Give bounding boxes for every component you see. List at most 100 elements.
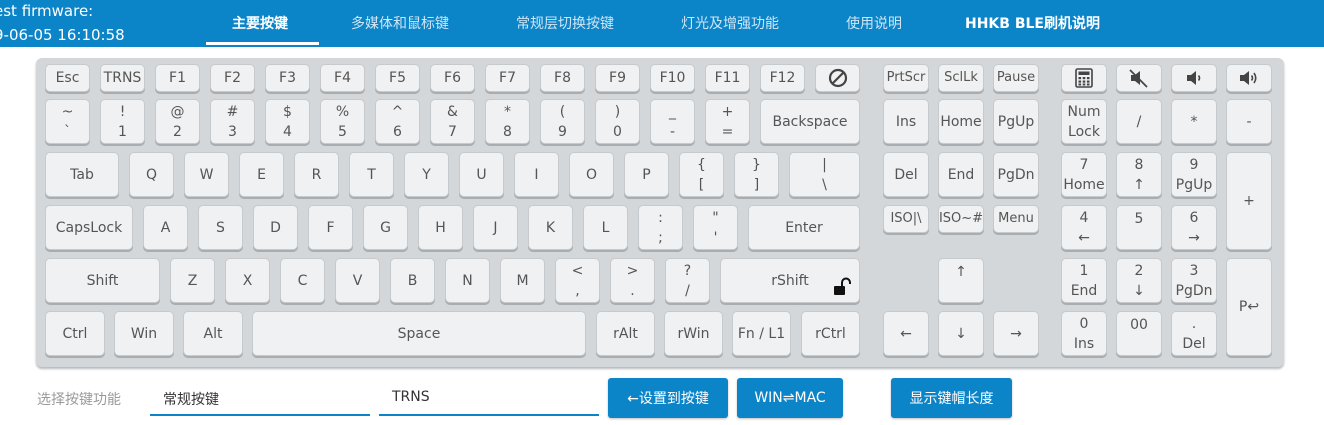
key-grave[interactable]: ~ `: [45, 99, 90, 144]
key-kp-0[interactable]: 0 Ins: [1061, 311, 1107, 356]
key-kp-5[interactable]: 5: [1116, 205, 1162, 250]
key-rctrl[interactable]: rCtrl: [801, 311, 860, 356]
key-menu[interactable]: Menu: [993, 205, 1039, 233]
win-mac-toggle-button[interactable]: WIN⇌MAC: [737, 378, 843, 418]
key-f1[interactable]: F1: [155, 64, 200, 92]
key-kp-divide[interactable]: /: [1116, 99, 1162, 144]
key-left-bracket[interactable]: {[: [679, 152, 724, 197]
tab-hhkb-ble-flash[interactable]: HHKB BLE刷机说明: [965, 13, 1100, 33]
key-5[interactable]: % 5: [320, 99, 365, 144]
key-kp-add[interactable]: +: [1226, 152, 1272, 250]
key-slash[interactable]: ? /: [665, 258, 710, 303]
key-f12[interactable]: F12: [760, 64, 805, 92]
key-t[interactable]: T: [349, 152, 394, 197]
key-win[interactable]: Win: [114, 311, 174, 356]
key-j[interactable]: J: [473, 205, 518, 250]
tab-lighting[interactable]: 灯光及增强功能: [681, 13, 779, 33]
key-x[interactable]: X: [225, 258, 270, 303]
key-esc[interactable]: Esc: [45, 64, 90, 92]
key-volume-up[interactable]: [1226, 64, 1272, 92]
key-kp-enter[interactable]: P↩: [1226, 258, 1272, 356]
key-c[interactable]: C: [280, 258, 325, 303]
key-2[interactable]: @2: [155, 99, 200, 144]
tab-main-keys[interactable]: 主要按键: [232, 13, 288, 33]
key-f5[interactable]: F5: [375, 64, 420, 92]
key-period[interactable]: >.: [610, 258, 655, 303]
key-l[interactable]: L: [583, 205, 628, 250]
key-kp-00[interactable]: 00: [1116, 311, 1162, 356]
key-iso-pipe[interactable]: ISO|\: [883, 205, 929, 233]
key-del[interactable]: Del: [883, 152, 929, 197]
key-disabled[interactable]: [815, 64, 860, 92]
key-kp-subtract[interactable]: -: [1226, 99, 1272, 144]
key-8[interactable]: * 8: [485, 99, 530, 144]
key-a[interactable]: A: [143, 205, 188, 250]
key-n[interactable]: N: [445, 258, 490, 303]
key-d[interactable]: D: [253, 205, 298, 250]
key-pgdn[interactable]: PgDn: [993, 152, 1039, 197]
key-ctrl[interactable]: Ctrl: [45, 311, 105, 356]
key-right-bracket[interactable]: }]: [734, 152, 779, 197]
key-kp-8[interactable]: 8 ↑: [1116, 152, 1162, 197]
key-i[interactable]: I: [514, 152, 559, 197]
tab-instructions[interactable]: 使用说明: [846, 13, 902, 33]
key-numlock[interactable]: Num Lock: [1061, 99, 1107, 144]
key-4[interactable]: $4: [265, 99, 310, 144]
key-right[interactable]: →: [993, 311, 1039, 356]
key-u[interactable]: U: [459, 152, 504, 197]
key-category-select[interactable]: 常规按键: [150, 378, 370, 416]
key-b[interactable]: B: [390, 258, 435, 303]
key-code-input[interactable]: TRNS: [379, 378, 599, 416]
key-0[interactable]: ) 0: [595, 99, 640, 144]
key-space[interactable]: Space: [252, 311, 586, 356]
key-kp-6[interactable]: 6 →: [1171, 205, 1217, 250]
key-f11[interactable]: F11: [705, 64, 750, 92]
key-kp-9[interactable]: 9 PgUp: [1171, 152, 1217, 197]
key-backslash[interactable]: | \: [789, 152, 860, 197]
tab-media-mouse[interactable]: 多媒体和鼠标键: [351, 13, 449, 33]
key-z[interactable]: Z: [170, 258, 215, 303]
key-quote[interactable]: " ': [693, 205, 738, 250]
key-end[interactable]: End: [938, 152, 984, 197]
key-iso-hash[interactable]: ISO~#: [938, 205, 984, 233]
key-alt[interactable]: Alt: [183, 311, 243, 356]
key-semicolon[interactable]: :;: [638, 205, 683, 250]
key-w[interactable]: W: [184, 152, 229, 197]
key-f8[interactable]: F8: [540, 64, 585, 92]
key-q[interactable]: Q: [129, 152, 174, 197]
key-enter[interactable]: Enter: [748, 205, 860, 250]
key-shift[interactable]: Shift: [45, 258, 160, 303]
key-ralt[interactable]: rAlt: [596, 311, 655, 356]
key-7[interactable]: & 7: [430, 99, 475, 144]
key-kp-1[interactable]: 1 End: [1061, 258, 1107, 303]
key-rwin[interactable]: rWin: [664, 311, 723, 356]
key-backspace[interactable]: Backspace: [760, 99, 860, 144]
key-f9[interactable]: F9: [595, 64, 640, 92]
show-keycap-length-button[interactable]: 显示键帽长度: [891, 378, 1012, 418]
key-kp-4[interactable]: 4 ←: [1061, 205, 1107, 250]
key-fn-layer1[interactable]: Fn / L1: [732, 311, 791, 356]
key-v[interactable]: V: [335, 258, 380, 303]
key-3[interactable]: #3: [210, 99, 255, 144]
key-1[interactable]: ! 1: [100, 99, 145, 144]
key-f2[interactable]: F2: [210, 64, 255, 92]
key-f6[interactable]: F6: [430, 64, 475, 92]
set-to-key-button[interactable]: ←设置到按键: [608, 378, 728, 418]
key-rshift[interactable]: rShift: [720, 258, 860, 303]
key-capslock[interactable]: CapsLock: [45, 205, 133, 250]
key-f[interactable]: F: [308, 205, 353, 250]
key-r[interactable]: R: [294, 152, 339, 197]
key-y[interactable]: Y: [404, 152, 449, 197]
key-f4[interactable]: F4: [320, 64, 365, 92]
key-p[interactable]: P: [624, 152, 669, 197]
key-6[interactable]: ^ 6: [375, 99, 420, 144]
key-calculator[interactable]: [1061, 64, 1107, 92]
tab-layer-switch[interactable]: 常规层切换按键: [516, 13, 614, 33]
key-m[interactable]: M: [500, 258, 545, 303]
key-kp-7[interactable]: 7 Home: [1061, 152, 1107, 197]
key-s[interactable]: S: [198, 205, 243, 250]
key-comma[interactable]: <,: [555, 258, 600, 303]
key-kp-decimal[interactable]: . Del: [1171, 311, 1217, 356]
key-k[interactable]: K: [528, 205, 573, 250]
key-tab[interactable]: Tab: [45, 152, 119, 197]
